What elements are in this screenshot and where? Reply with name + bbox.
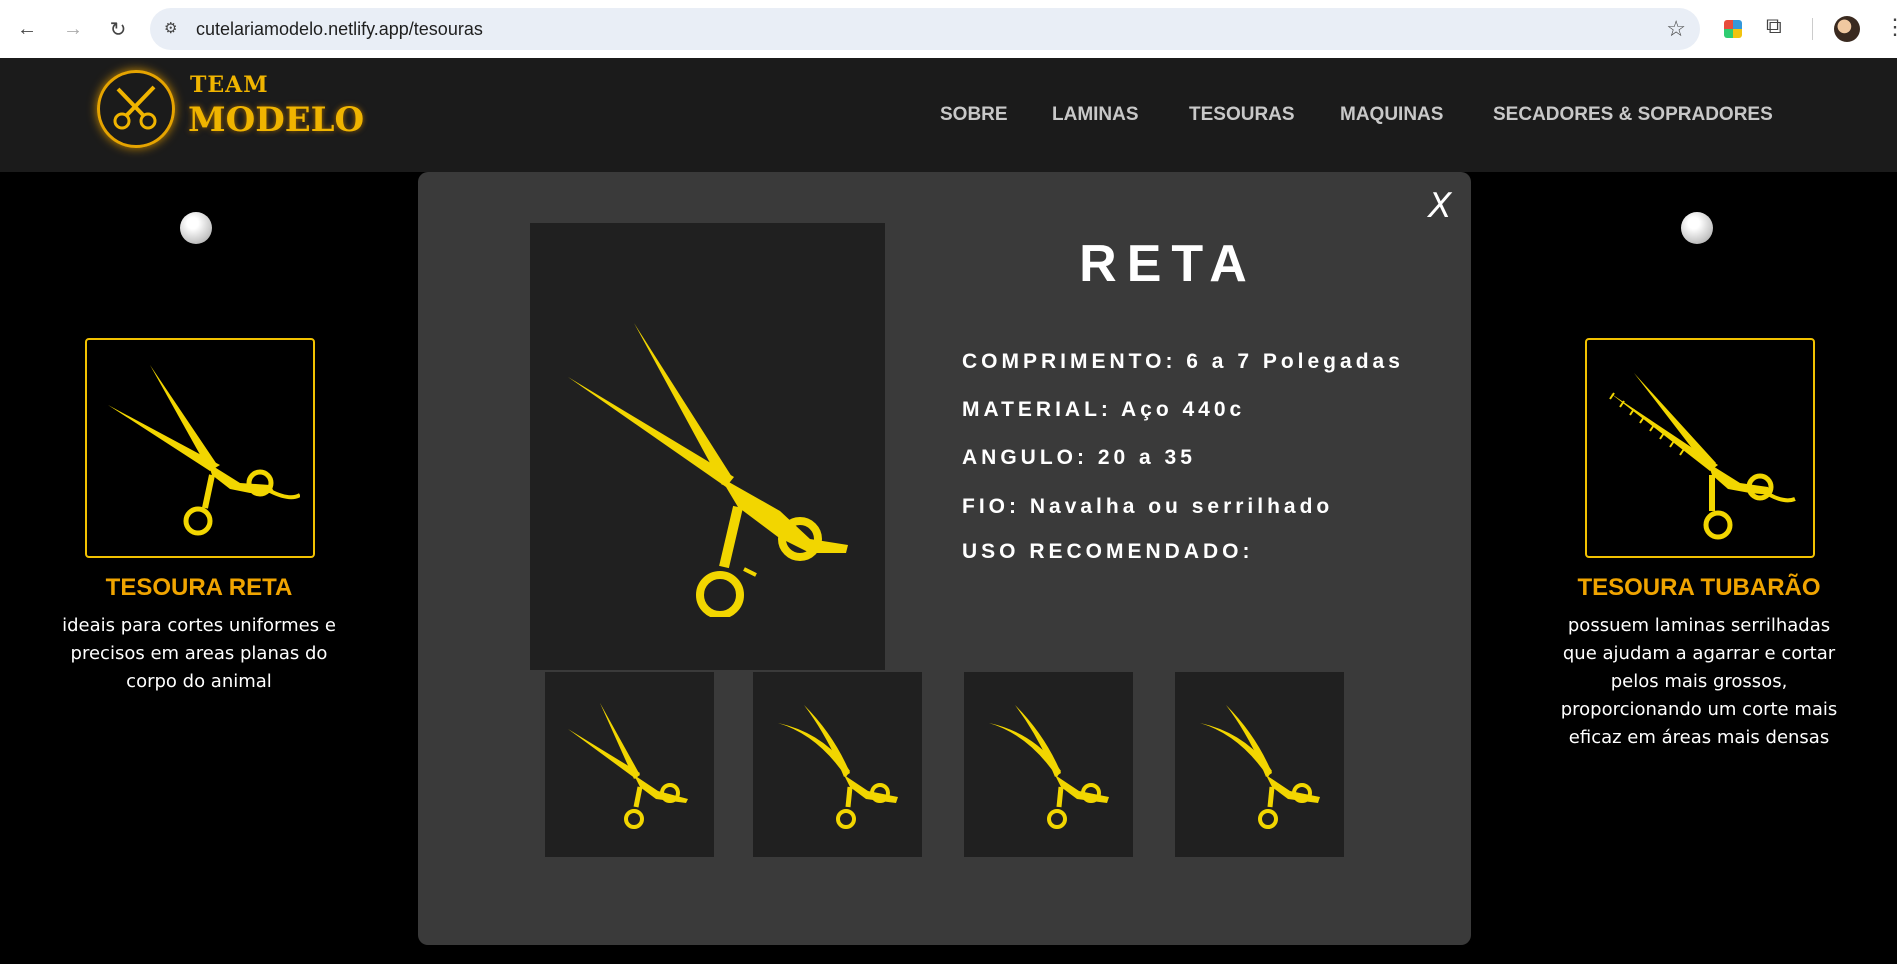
- spec-uso-recomendado: USO RECOMENDADO:: [962, 540, 1254, 564]
- spec-angulo: ANGULO: 20 a 35: [962, 446, 1196, 470]
- curved-scissors-icon: [1199, 704, 1320, 829]
- spec-value: Aço 440c: [1120, 398, 1246, 421]
- bookmark-star-icon[interactable]: ☆: [1666, 16, 1686, 42]
- profile-avatar[interactable]: [1834, 16, 1860, 42]
- card-pin: [180, 212, 212, 244]
- spec-label: ANGULO:: [962, 446, 1088, 469]
- reload-button[interactable]: ↻: [103, 14, 133, 44]
- thumbnail-3[interactable]: [964, 672, 1133, 857]
- spec-label: FIO:: [962, 495, 1020, 518]
- site-info-icon[interactable]: ⚙: [164, 19, 184, 39]
- spec-label: MATERIAL:: [962, 398, 1112, 421]
- thinning-scissors-icon: [1609, 373, 1796, 540]
- nav-secadores[interactable]: SECADORES & SOPRADORES: [1493, 104, 1773, 126]
- extensions-puzzle-icon[interactable]: ⧉: [1766, 13, 1792, 39]
- site-header: TEAM MODELO SOBRE LAMINAS TESOURAS MAQUI…: [0, 58, 1897, 172]
- page-content: TEAM MODELO SOBRE LAMINAS TESOURAS MAQUI…: [0, 58, 1897, 964]
- product-modal: X RETA COMPRIMENTO: 6 a 7 Polegadas MATE…: [418, 172, 1471, 945]
- nav-maquinas[interactable]: MAQUINAS: [1340, 104, 1443, 126]
- main-product-image: [530, 223, 885, 670]
- product-title: RETA: [1079, 235, 1257, 293]
- thumbnail-1[interactable]: [545, 672, 714, 857]
- card-title-reta: TESOURA RETA: [105, 574, 293, 601]
- spec-label: COMPRIMENTO:: [962, 350, 1177, 373]
- extension-icon[interactable]: [1724, 20, 1742, 38]
- spec-value: Navalha ou serrilhado: [1029, 495, 1334, 518]
- browser-toolbar: ← → ↻ ⚙ cutelariamodelo.netlify.app/teso…: [0, 0, 1897, 58]
- nav-laminas[interactable]: LAMINAS: [1052, 104, 1139, 126]
- straight-scissors-icon: [567, 322, 848, 617]
- straight-scissors-icon: [108, 365, 300, 536]
- address-bar[interactable]: ⚙ cutelariamodelo.netlify.app/tesouras ☆: [150, 8, 1700, 50]
- spec-label: USO RECOMENDADO:: [962, 540, 1254, 563]
- spec-comprimento: COMPRIMENTO: 6 a 7 Polegadas: [962, 350, 1404, 374]
- thumbnail-2[interactable]: [753, 672, 922, 857]
- reload-icon: ↻: [109, 18, 127, 41]
- logo-text-modelo: MODELO: [188, 100, 365, 140]
- card-description-tubarao: possuem laminas serrilhadas que ajudam a…: [1560, 615, 1838, 748]
- back-button[interactable]: ←: [12, 14, 42, 44]
- logo-scissors-icon[interactable]: [97, 70, 175, 148]
- card-pin: [1681, 212, 1713, 244]
- thumbnail-4[interactable]: [1175, 672, 1344, 857]
- curved-scissors-icon: [988, 704, 1109, 829]
- url-text: cutelariamodelo.netlify.app/tesouras: [196, 19, 483, 39]
- forward-button[interactable]: →: [58, 14, 88, 44]
- straight-scissors-icon: [567, 702, 688, 829]
- curved-scissors-icon: [777, 704, 898, 829]
- toolbar-divider: [1812, 18, 1813, 40]
- spec-value: 6 a 7 Polegadas: [1186, 350, 1404, 373]
- nav-sobre[interactable]: SOBRE: [940, 104, 1008, 126]
- spec-value: 20 a 35: [1097, 446, 1196, 469]
- browser-menu-icon[interactable]: ⋮: [1884, 14, 1897, 40]
- logo-text-team: TEAM: [190, 72, 269, 98]
- spec-material: MATERIAL: Aço 440c: [962, 398, 1245, 422]
- card-image-reta[interactable]: [85, 338, 315, 558]
- arrow-right-icon: →: [63, 17, 83, 40]
- arrow-left-icon: ←: [17, 17, 37, 40]
- card-description-reta: ideais para cortes uniformes e precisos …: [62, 615, 336, 692]
- close-button[interactable]: X: [1420, 186, 1460, 226]
- nav-tesouras[interactable]: TESOURAS: [1189, 104, 1295, 126]
- spec-fio: FIO: Navalha ou serrilhado: [962, 495, 1333, 519]
- card-title-tubarao: TESOURA TUBARÃO: [1577, 574, 1821, 601]
- card-image-tubarao[interactable]: [1585, 338, 1815, 558]
